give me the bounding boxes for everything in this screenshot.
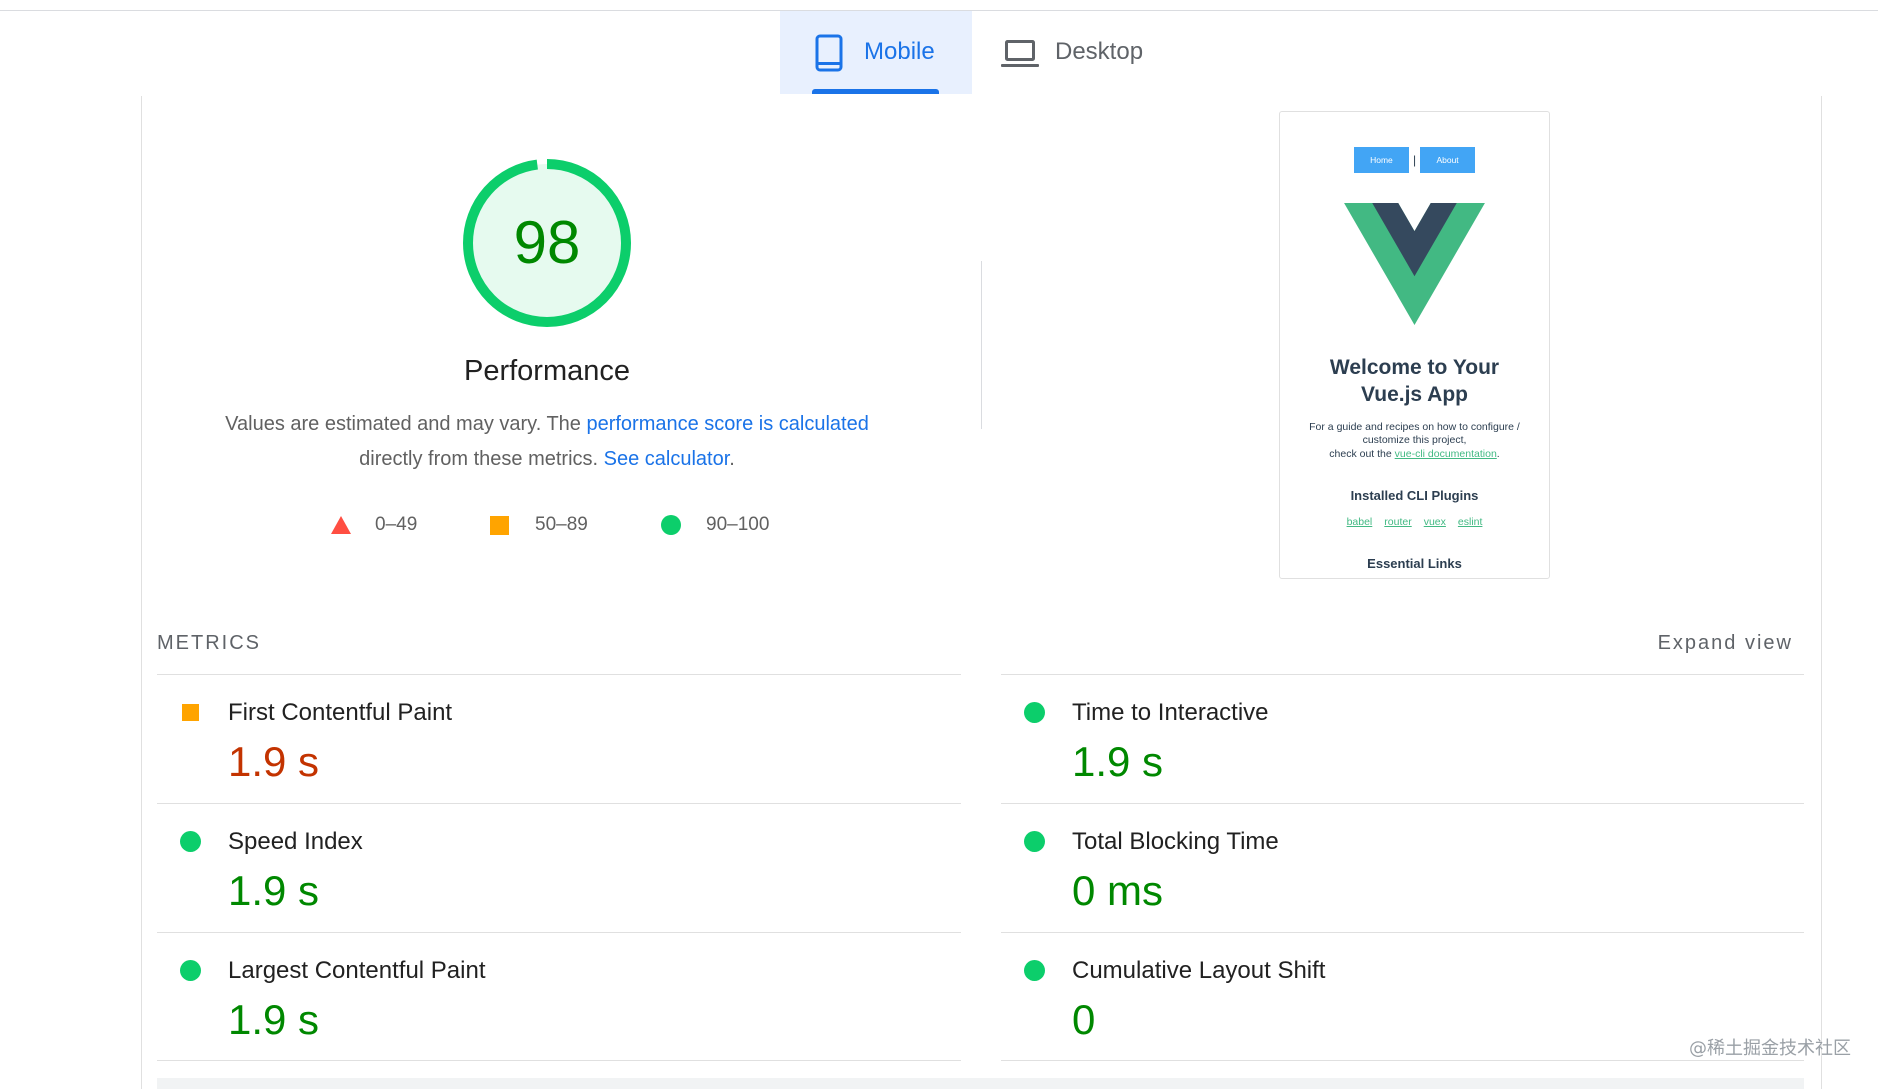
metric-time-to-interactive: Time to Interactive 1.9 s: [1001, 674, 1804, 803]
thumbnail-home-button: Home: [1353, 147, 1409, 173]
thumbnail-nav: Home | About: [1280, 147, 1549, 173]
metric-title: Cumulative Layout Shift: [1072, 957, 1326, 984]
metric-title: Total Blocking Time: [1072, 828, 1279, 855]
expand-view-toggle[interactable]: Expand view: [1658, 631, 1793, 655]
metric-title: Time to Interactive: [1072, 699, 1269, 726]
metric-total-blocking-time: Total Blocking Time 0 ms: [1001, 803, 1804, 932]
panel-right-border: [1821, 96, 1822, 1089]
green-circle-icon: [180, 831, 201, 852]
vertical-divider: [981, 261, 982, 429]
description-text: directly from these metrics.: [359, 448, 604, 470]
description-text: Values are estimated and may vary. The: [225, 413, 587, 435]
thumbnail-plugins-heading: Installed CLI Plugins: [1350, 488, 1479, 503]
phone-icon: [815, 34, 843, 72]
thumbnail-about-button: About: [1420, 147, 1476, 173]
metric-value: 1.9 s: [1072, 738, 1164, 785]
orange-square-icon: [490, 516, 509, 535]
green-circle-icon: [180, 960, 201, 981]
tab-desktop[interactable]: Desktop: [990, 11, 1170, 94]
thumbnail-intro-line2: customize this project,: [1362, 434, 1467, 446]
metric-title: First Contentful Paint: [228, 699, 453, 726]
metric-value: 1.9 s: [228, 738, 320, 785]
red-triangle-icon: [331, 516, 351, 534]
gauge-label: Performance: [463, 355, 630, 387]
performance-gauge: 98: [447, 143, 647, 343]
thumbnail-title-line1: Welcome to Your: [1329, 356, 1500, 379]
performance-score-link[interactable]: performance score is calculated: [586, 413, 868, 435]
tab-desktop-label: Desktop: [1055, 38, 1144, 65]
thumbnail-intro-line3: check out the vue-cli documentation.: [1280, 448, 1549, 462]
laptop-icon: [1001, 40, 1039, 67]
description-period: .: [729, 448, 735, 470]
score-description: Values are estimated and may vary. The p…: [147, 407, 947, 477]
vue-logo-icon: [1344, 203, 1485, 325]
metrics-heading: METRICS: [157, 632, 261, 654]
thumbnail-plugin-link: vuex: [1423, 516, 1446, 528]
tab-mobile-label: Mobile: [864, 38, 935, 65]
metric-value: 0 ms: [1072, 867, 1164, 914]
thumbnail-intro-prefix: check out the: [1329, 448, 1395, 460]
metric-cumulative-layout-shift: Cumulative Layout Shift 0: [1001, 932, 1804, 1061]
thumbnail-plugin-link: babel: [1346, 516, 1373, 528]
metric-largest-contentful-paint: Largest Contentful Paint 1.9 s: [157, 932, 961, 1061]
thumbnail-plugin-link: eslint: [1457, 516, 1483, 528]
metrics-column-left: First Contentful Paint 1.9 s Speed Index…: [157, 674, 961, 1061]
active-tab-indicator: [812, 89, 939, 94]
tab-mobile[interactable]: Mobile: [780, 11, 972, 94]
metric-value: 1.9 s: [228, 996, 320, 1043]
page-screenshot-thumbnail: Home | About Welcome to Your Vue.js App …: [1279, 111, 1550, 579]
green-circle-icon: [1024, 960, 1045, 981]
metric-title: Speed Index: [228, 828, 363, 855]
thumbnail-plugins-list: babel router vuex eslint: [1280, 515, 1549, 529]
next-section-edge: [157, 1078, 1804, 1089]
green-circle-icon: [1024, 831, 1045, 852]
metric-first-contentful-paint: First Contentful Paint 1.9 s: [157, 674, 961, 803]
thumbnail-title-line2: Vue.js App: [1361, 383, 1468, 406]
thumbnail-intro-suffix: .: [1496, 448, 1500, 460]
thumbnail-links-heading: Essential Links: [1367, 556, 1462, 571]
watermark: @稀土掘金技术社区: [1689, 1038, 1851, 1059]
metric-title: Largest Contentful Paint: [228, 957, 486, 984]
metric-value: 1.9 s: [228, 867, 320, 914]
thumbnail-intro-line1: For a guide and recipes on how to config…: [1309, 421, 1520, 433]
metric-speed-index: Speed Index 1.9 s: [157, 803, 961, 932]
legend-range-average: 50–89: [535, 514, 588, 535]
thumbnail-docs-link: vue-cli documentation: [1394, 448, 1497, 460]
thumbnail-plugin-link: router: [1384, 516, 1412, 528]
green-circle-icon: [661, 515, 681, 535]
legend-range-fail: 0–49: [375, 514, 418, 535]
metrics-column-right: Time to Interactive 1.9 s Total Blocking…: [1001, 674, 1804, 1061]
metric-value: 0: [1072, 996, 1096, 1043]
orange-square-icon: [182, 704, 199, 721]
panel-left-border: [141, 96, 142, 1089]
green-circle-icon: [1024, 702, 1045, 723]
performance-score: 98: [513, 209, 581, 276]
thumbnail-nav-separator: |: [1412, 153, 1417, 167]
legend-range-pass: 90–100: [706, 514, 770, 535]
see-calculator-link[interactable]: See calculator: [604, 448, 730, 470]
